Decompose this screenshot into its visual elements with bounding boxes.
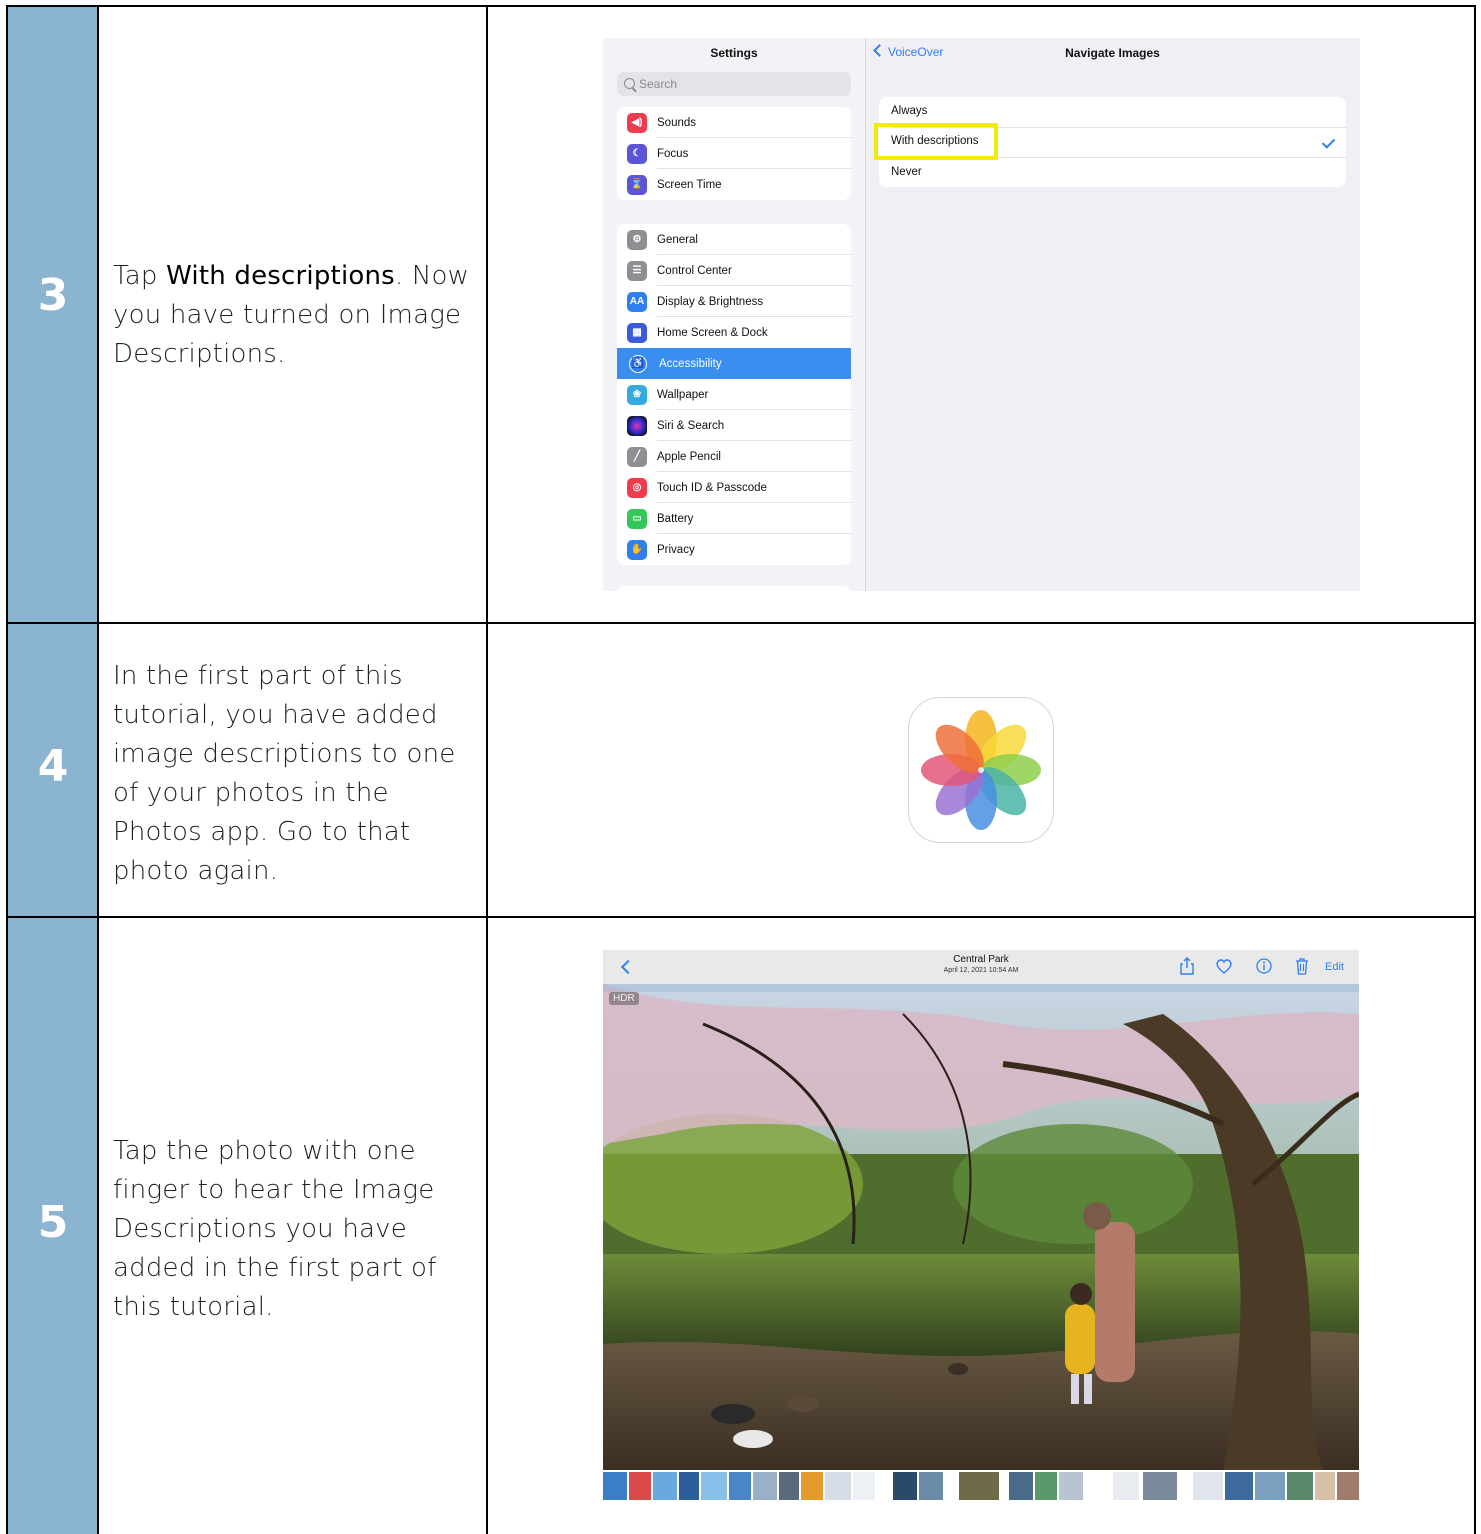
fingerprint-icon: ◎ xyxy=(627,477,647,498)
pencil-icon: ╱ xyxy=(627,446,647,467)
settings-item-label: Control Center xyxy=(657,264,732,277)
share-icon[interactable] xyxy=(1179,957,1195,975)
settings-item-focus[interactable]: ☾ Focus xyxy=(617,138,851,169)
highlight-box xyxy=(874,123,998,160)
settings-group: ◀) Sounds ☾ Focus ⌛ Screen Time xyxy=(617,107,851,200)
table-border-right xyxy=(1474,5,1476,1534)
photo-viewer-screenshot: Central Park April 12, 2021 10:54 AM Edi… xyxy=(603,950,1359,1502)
photos-app-icon xyxy=(908,697,1054,843)
settings-item-label: Accessibility xyxy=(659,357,722,370)
settings-item-apple-pencil[interactable]: ╱ Apple Pencil xyxy=(617,441,851,472)
instruction-text: Tap xyxy=(113,261,167,291)
battery-icon: ▭ xyxy=(627,508,647,529)
detail-title: Navigate Images xyxy=(1065,46,1160,60)
hdr-badge: HDR xyxy=(609,992,639,1005)
settings-item-label: Home Screen & Dock xyxy=(657,326,768,339)
moon-icon: ☾ xyxy=(627,143,647,164)
step-number: 4 xyxy=(37,741,69,792)
settings-item-general[interactable]: ⚙ General xyxy=(617,224,851,255)
step-instruction: Tap With descriptions. Now you have turn… xyxy=(113,257,473,374)
settings-item-label: Focus xyxy=(657,147,689,160)
settings-group: ⚙ General ☰ Control Center AA Display & Bri… xyxy=(617,224,851,565)
toggles-icon: ☰ xyxy=(627,260,647,281)
accessibility-icon: ♿ xyxy=(629,354,647,373)
settings-item-screen-time[interactable]: ⌛ Screen Time xyxy=(617,169,851,200)
settings-item-label: Touch ID & Passcode xyxy=(657,481,767,494)
table-border-top xyxy=(6,5,1476,7)
settings-item-home-screen[interactable]: ▦ Home Screen & Dock xyxy=(617,317,851,348)
photo-toolbar: Central Park April 12, 2021 10:54 AM Edi… xyxy=(603,950,1359,984)
checkmark-icon xyxy=(1321,135,1336,149)
step-instruction: Tap the photo with one finger to hear th… xyxy=(113,1136,437,1322)
photo-title: Central Park xyxy=(953,954,1009,965)
option-never[interactable]: Never xyxy=(891,166,922,178)
search-placeholder: Search xyxy=(639,77,678,91)
info-icon[interactable] xyxy=(1256,958,1272,974)
photos-flower-icon xyxy=(921,710,1041,830)
search-icon xyxy=(624,78,635,89)
edit-button[interactable]: Edit xyxy=(1325,961,1344,973)
settings-item-sounds[interactable]: ◀) Sounds xyxy=(617,107,851,138)
hand-icon: ✋ xyxy=(627,539,647,560)
thumbnail-strip[interactable] xyxy=(603,1470,1359,1502)
option-always[interactable]: Always xyxy=(891,105,927,117)
settings-item-wallpaper[interactable]: ❀ Wallpaper xyxy=(617,379,851,410)
siri-icon xyxy=(627,415,647,436)
table-row-divider xyxy=(6,622,1476,624)
park-photo[interactable] xyxy=(603,984,1359,1470)
settings-item-label: Privacy xyxy=(657,543,695,556)
grid-icon: ▦ xyxy=(627,322,647,343)
step-number: 3 xyxy=(37,270,69,321)
trash-icon[interactable] xyxy=(1295,957,1309,975)
gear-icon: ⚙ xyxy=(627,229,647,250)
settings-screenshot: Settings Search ◀) Sounds ☾ Focus ⌛ Screen … xyxy=(603,38,1360,591)
step-number: 5 xyxy=(37,1197,69,1248)
settings-item-display[interactable]: AA Display & Brightness xyxy=(617,286,851,317)
settings-item-label: Battery xyxy=(657,512,694,525)
text-size-icon: AA xyxy=(627,291,647,312)
settings-item-label: Screen Time xyxy=(657,178,722,191)
settings-sidebar: Settings Search ◀) Sounds ☾ Focus ⌛ Screen … xyxy=(603,38,866,591)
flower-icon: ❀ xyxy=(627,384,647,405)
settings-item-label: Apple Pencil xyxy=(657,450,721,463)
table-divider-col2 xyxy=(486,5,488,1534)
settings-group xyxy=(617,586,851,591)
settings-item-privacy[interactable]: ✋ Privacy xyxy=(617,534,851,565)
settings-item-accessibility[interactable]: ♿ Accessibility xyxy=(617,348,851,379)
sidebar-title: Settings xyxy=(710,46,758,60)
instruction-emphasis: With descriptions xyxy=(166,261,395,291)
settings-item-control-center[interactable]: ☰ Control Center xyxy=(617,255,851,286)
table-row-divider xyxy=(6,916,1476,918)
settings-item-touch-id[interactable]: ◎ Touch ID & Passcode xyxy=(617,472,851,503)
photo-date: April 12, 2021 10:54 AM xyxy=(943,967,1019,974)
settings-item-label: Display & Brightness xyxy=(657,295,764,308)
settings-item-label: Sounds xyxy=(657,116,697,129)
heart-icon[interactable] xyxy=(1216,959,1232,974)
settings-item-label: Siri & Search xyxy=(657,419,725,432)
settings-item-battery[interactable]: ▭ Battery xyxy=(617,503,851,534)
settings-item-label: Wallpaper xyxy=(657,388,709,401)
settings-item-siri[interactable]: Siri & Search xyxy=(617,410,851,441)
speaker-icon: ◀) xyxy=(627,112,647,133)
search-field[interactable]: Search xyxy=(617,72,851,96)
hourglass-icon: ⌛ xyxy=(627,174,647,195)
settings-item-label: General xyxy=(657,233,698,246)
step-instruction: In the first part of this tutorial, you … xyxy=(113,661,456,886)
